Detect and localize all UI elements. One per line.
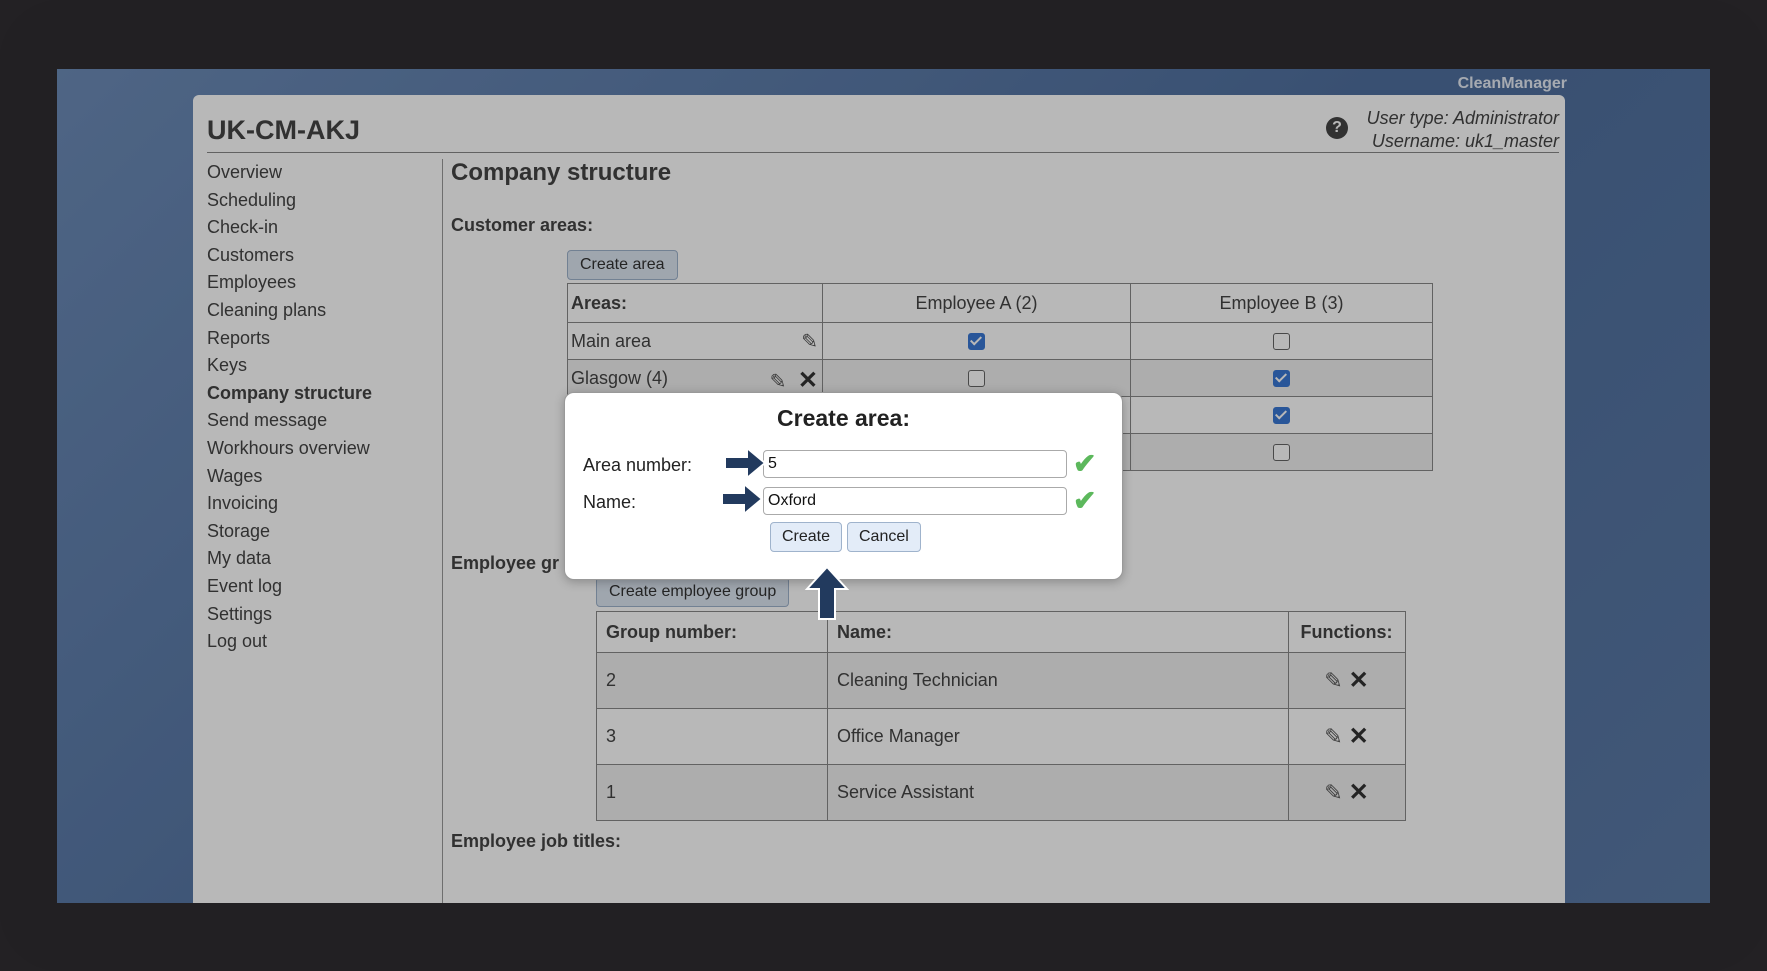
cancel-button[interactable]: Cancel — [847, 522, 921, 552]
valid-check-icon: ✔ — [1073, 448, 1097, 479]
arrow-right-icon — [725, 446, 767, 480]
arrow-right-icon — [722, 482, 764, 516]
valid-check-icon: ✔ — [1073, 485, 1097, 516]
create-area-dialog: Create area: Area number: ✔ Name: ✔ Crea… — [564, 392, 1123, 580]
arrow-up-icon — [804, 565, 850, 620]
dialog-title: Create area: — [777, 405, 910, 431]
area-number-input[interactable] — [763, 450, 1067, 478]
name-label: Name: — [583, 492, 637, 512]
screen: CleanManager UK-CM-AKJ ? User type: Admi… — [57, 69, 1710, 903]
name-input[interactable] — [763, 487, 1067, 515]
area-number-label: Area number: — [583, 455, 693, 475]
create-button[interactable]: Create — [770, 522, 843, 552]
device-frame: CleanManager UK-CM-AKJ ? User type: Admi… — [0, 0, 1767, 971]
